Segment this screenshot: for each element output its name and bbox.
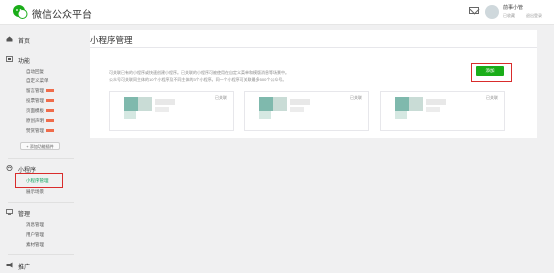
sidebar-section-promotion[interactable]: 推广 [18, 262, 30, 271]
new-badge [46, 89, 54, 93]
miniprogram-thumbnail [395, 111, 407, 119]
sidebar-item-users[interactable]: 用户管理 [26, 232, 44, 238]
miniprogram-name-placeholder [155, 99, 175, 105]
miniprogram-thumbnail [409, 97, 423, 111]
miniprogram-meta-placeholder [290, 107, 304, 112]
features-icon [6, 56, 13, 62]
miniprogram-thumbnail [124, 111, 136, 119]
sidebar-item-reward-label: 赞赏管理 [26, 128, 44, 133]
sidebar-divider [8, 158, 74, 159]
management-icon [6, 209, 13, 215]
logout-link[interactable]: 退出登录 [526, 13, 542, 19]
sidebar-section-features[interactable]: 功能 [18, 56, 30, 65]
sidebar-section-management[interactable]: 管理 [18, 209, 30, 218]
new-badge [46, 99, 54, 103]
miniprogram-meta-placeholder [155, 107, 169, 112]
top-bar: 微信公众平台 前事小管 已收藏 退出登录 [0, 0, 554, 25]
sidebar-item-messages[interactable]: 消息管理 [26, 222, 44, 228]
new-badge [46, 129, 54, 133]
sidebar-item-custom-menu[interactable]: 自定义菜单 [26, 78, 49, 84]
add-plugin-button[interactable]: + 添加功能插件 [20, 142, 60, 150]
miniprogram-icon [6, 165, 13, 171]
sidebar-item-comments-label: 留言管理 [26, 88, 44, 93]
sidebar-item-original[interactable]: 原创声明 [26, 118, 54, 124]
miniprogram-thumbnail [259, 111, 271, 119]
title-divider [90, 47, 537, 48]
miniprogram-card[interactable]: 已关联 [244, 91, 369, 131]
miniprogram-card[interactable]: 已关联 [380, 91, 505, 131]
sidebar-divider [8, 254, 74, 255]
miniprogram-thumbnail [395, 97, 409, 111]
miniprogram-name-placeholder [426, 99, 446, 105]
account-sub-link[interactable]: 已收藏 [503, 13, 515, 19]
miniprogram-thumbnail [259, 97, 273, 111]
highlight-box-add-button [471, 63, 512, 82]
new-badge [46, 109, 54, 113]
miniprogram-meta-placeholder [426, 107, 440, 112]
sidebar-item-materials[interactable]: 素材管理 [26, 242, 44, 248]
sidebar-item-display-scene[interactable]: 展示场景 [26, 189, 44, 195]
new-badge [46, 119, 54, 123]
miniprogram-thumbnail [138, 97, 152, 111]
sidebar-home[interactable]: 首页 [18, 36, 30, 45]
account-name[interactable]: 前事小管 [503, 4, 523, 11]
page-title: 小程序管理 [90, 35, 133, 45]
sidebar-item-votes[interactable]: 投票管理 [26, 98, 54, 104]
miniprogram-thumbnail [124, 97, 138, 111]
home-icon [6, 36, 13, 42]
sidebar-item-reward[interactable]: 赞赏管理 [26, 128, 54, 134]
miniprogram-name-placeholder [290, 99, 310, 105]
miniprogram-thumbnail [273, 97, 287, 111]
wechat-logo-icon [13, 5, 28, 19]
app-title: 微信公众平台 [32, 10, 92, 21]
promotion-icon [6, 262, 13, 268]
sidebar-item-page-templates-label: 页面模板 [26, 108, 44, 113]
description-line-2: 公众号可关联同主体的10个小程序及不同主体的3个小程序。同一个小程序可关联最多5… [109, 77, 287, 82]
miniprogram-card[interactable]: 已关联 [109, 91, 234, 131]
card-status: 已关联 [215, 95, 227, 100]
card-status: 已关联 [350, 95, 362, 100]
highlight-box-sidebar [15, 173, 63, 188]
card-status: 已关联 [486, 95, 498, 100]
description-line-1: 可关联已有的小程序或快速创建小程序。已关联的小程序可被使用在自定义菜单和模版消息… [109, 70, 289, 75]
avatar[interactable] [485, 5, 499, 19]
sidebar-item-original-label: 原创声明 [26, 118, 44, 123]
sidebar-divider [8, 202, 74, 203]
sidebar-item-votes-label: 投票管理 [26, 98, 44, 103]
sidebar-item-comments[interactable]: 留言管理 [26, 88, 54, 94]
mail-icon[interactable] [469, 7, 479, 14]
sidebar-item-auto-reply[interactable]: 自动回复 [26, 69, 44, 75]
sidebar-item-page-templates[interactable]: 页面模板 [26, 108, 54, 114]
